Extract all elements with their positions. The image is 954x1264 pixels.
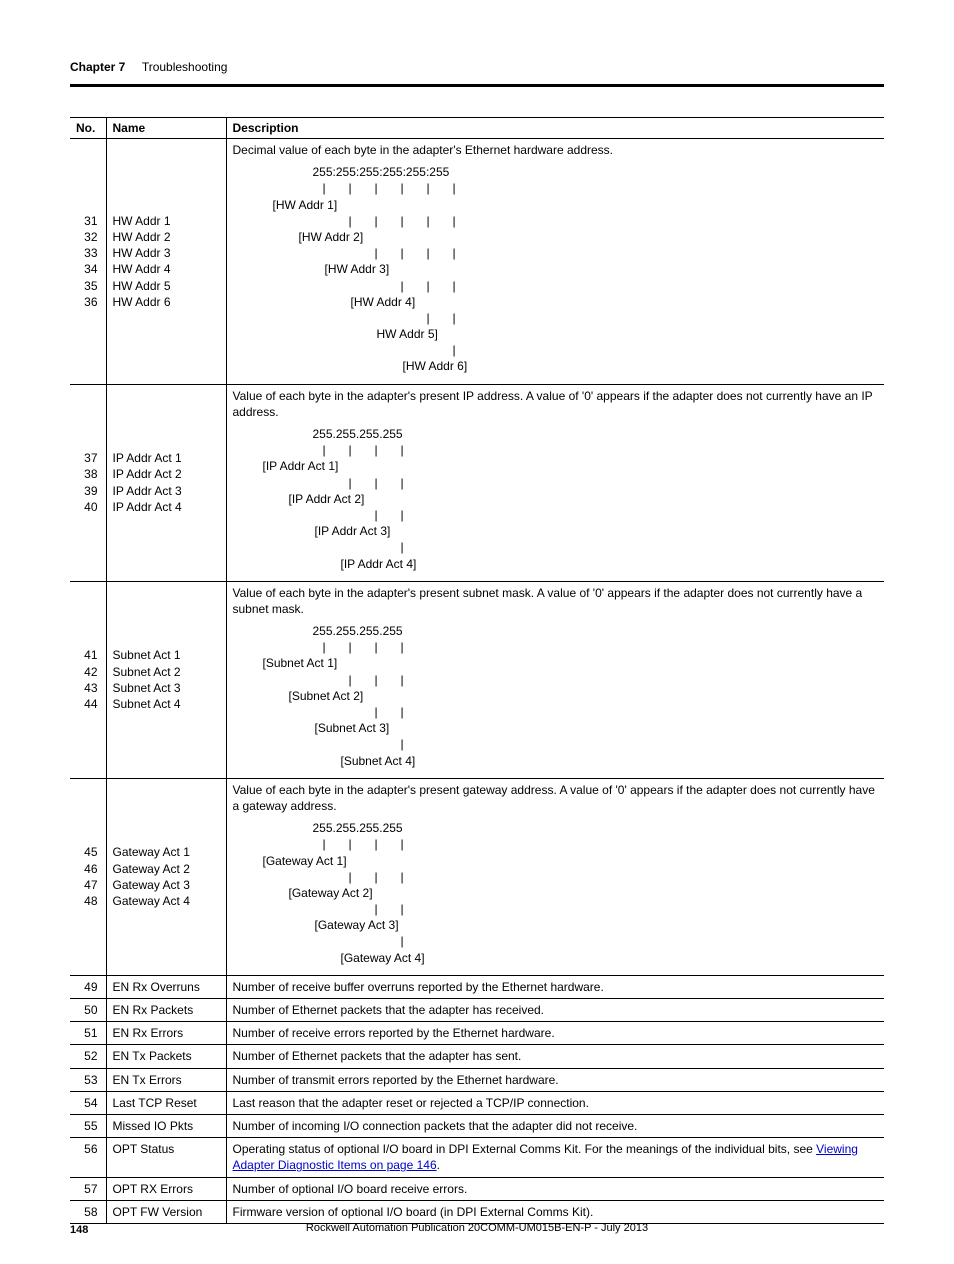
- cell-name: EN Rx Overruns: [106, 975, 226, 998]
- cell-name: EN Tx Packets: [106, 1045, 226, 1068]
- header-no: No.: [70, 118, 106, 139]
- desc-text-post: .: [437, 1158, 440, 1172]
- cell-desc: Operating status of optional I/O board i…: [226, 1138, 884, 1177]
- cell-desc: Value of each byte in the adapter's pres…: [226, 581, 884, 778]
- table-header-row: No. Name Description: [70, 118, 884, 139]
- cell-name: Subnet Act 1Subnet Act 2Subnet Act 3Subn…: [106, 581, 226, 778]
- cell-name: OPT FW Version: [106, 1200, 226, 1223]
- cell-no: 55: [70, 1114, 106, 1137]
- table-row: 57OPT RX ErrorsNumber of optional I/O bo…: [70, 1177, 884, 1200]
- page-number: 148: [70, 1224, 88, 1236]
- cell-desc: Number of incoming I/O connection packet…: [226, 1114, 884, 1137]
- chapter-title: Troubleshooting: [142, 60, 228, 74]
- cell-desc: Decimal value of each byte in the adapte…: [226, 139, 884, 385]
- cell-no: 50: [70, 999, 106, 1022]
- cell-name: HW Addr 1HW Addr 2HW Addr 3HW Addr 4HW A…: [106, 139, 226, 385]
- cell-name: Last TCP Reset: [106, 1091, 226, 1114]
- cell-desc: Number of receive buffer overruns report…: [226, 975, 884, 998]
- cell-no: 58: [70, 1200, 106, 1223]
- cell-desc: Firmware version of optional I/O board (…: [226, 1200, 884, 1223]
- table-row: 313233343536HW Addr 1HW Addr 2HW Addr 3H…: [70, 139, 884, 385]
- cell-desc: Number of receive errors reported by the…: [226, 1022, 884, 1045]
- table-row: 56OPT Status Operating status of optional…: [70, 1138, 884, 1177]
- cell-no: 56: [70, 1138, 106, 1177]
- table-row: 58OPT FW VersionFirmware version of opti…: [70, 1200, 884, 1223]
- cell-no: 57: [70, 1177, 106, 1200]
- cell-desc: Value of each byte in the adapter's pres…: [226, 384, 884, 581]
- cell-no: 45464748: [70, 778, 106, 975]
- cell-no: 37383940: [70, 384, 106, 581]
- parameter-table: No. Name Description 313233343536HW Addr…: [70, 117, 884, 1224]
- publication-text: Rockwell Automation Publication 20COMM-U…: [70, 1222, 884, 1234]
- table-row: 55Missed IO PktsNumber of incoming I/O c…: [70, 1114, 884, 1137]
- table-row: 50EN Rx PacketsNumber of Ethernet packet…: [70, 999, 884, 1022]
- chapter-label: Chapter 7: [70, 60, 125, 74]
- cell-name: Missed IO Pkts: [106, 1114, 226, 1137]
- header-name: Name: [106, 118, 226, 139]
- table-row: 54Last TCP ResetLast reason that the ada…: [70, 1091, 884, 1114]
- cell-no: 51: [70, 1022, 106, 1045]
- header-desc: Description: [226, 118, 884, 139]
- cell-name: EN Rx Errors: [106, 1022, 226, 1045]
- cell-no: 54: [70, 1091, 106, 1114]
- cell-name: EN Tx Errors: [106, 1068, 226, 1091]
- table-row: 37383940IP Addr Act 1IP Addr Act 2IP Add…: [70, 384, 884, 581]
- cell-desc: Value of each byte in the adapter's pres…: [226, 778, 884, 975]
- desc-text: Operating status of optional I/O board i…: [233, 1142, 817, 1156]
- table-row: 49EN Rx OverrunsNumber of receive buffer…: [70, 975, 884, 998]
- cell-no: 41424344: [70, 581, 106, 778]
- cell-no: 52: [70, 1045, 106, 1068]
- table-row: 52EN Tx PacketsNumber of Ethernet packet…: [70, 1045, 884, 1068]
- cell-desc: Last reason that the adapter reset or re…: [226, 1091, 884, 1114]
- cell-desc: Number of Ethernet packets that the adap…: [226, 999, 884, 1022]
- table-row: 45464748Gateway Act 1Gateway Act 2Gatewa…: [70, 778, 884, 975]
- cell-desc: Number of optional I/O board receive err…: [226, 1177, 884, 1200]
- cell-name: EN Rx Packets: [106, 999, 226, 1022]
- cell-no: 313233343536: [70, 139, 106, 385]
- cell-name: OPT RX Errors: [106, 1177, 226, 1200]
- cell-no: 53: [70, 1068, 106, 1091]
- cell-no: 49: [70, 975, 106, 998]
- table-row: 51EN Rx ErrorsNumber of receive errors r…: [70, 1022, 884, 1045]
- page-footer: 148 Rockwell Automation Publication 20CO…: [70, 1224, 884, 1234]
- cell-desc: Number of transmit errors reported by th…: [226, 1068, 884, 1091]
- chapter-header: Chapter 7 Troubleshooting: [70, 60, 884, 74]
- cell-desc: Number of Ethernet packets that the adap…: [226, 1045, 884, 1068]
- table-row: 41424344Subnet Act 1Subnet Act 2Subnet A…: [70, 581, 884, 778]
- cell-name: IP Addr Act 1IP Addr Act 2IP Addr Act 3I…: [106, 384, 226, 581]
- cell-name: Gateway Act 1Gateway Act 2Gateway Act 3G…: [106, 778, 226, 975]
- table-row: 53EN Tx ErrorsNumber of transmit errors …: [70, 1068, 884, 1091]
- cell-name: OPT Status: [106, 1138, 226, 1177]
- header-rule: [70, 84, 884, 87]
